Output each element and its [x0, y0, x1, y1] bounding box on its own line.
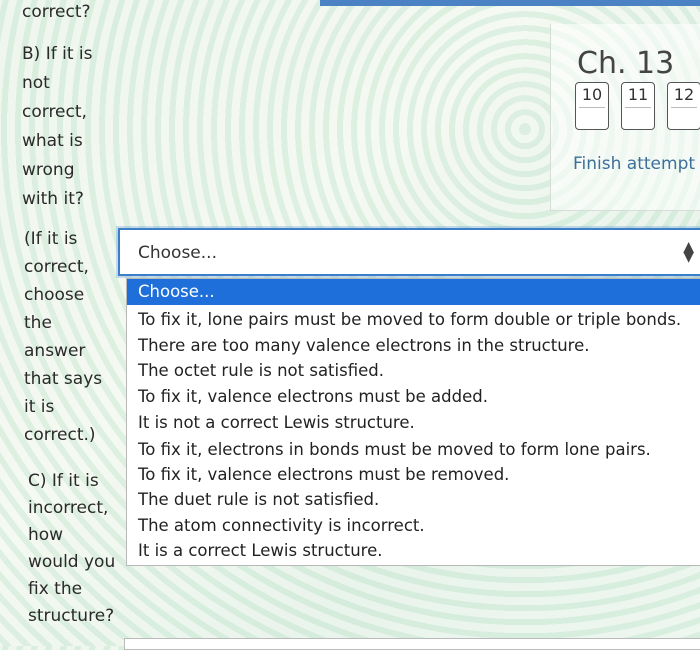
question-part-b: B) If it is not correct, what is wrong w…: [22, 40, 92, 214]
quiz-navigation-panel: Ch. 13 10 11 12 Finish attempt ...: [550, 24, 700, 211]
question-nav-button-12[interactable]: 12: [667, 82, 700, 130]
hint-line: it is: [24, 397, 55, 417]
question-line: not: [22, 73, 50, 93]
question-line: structure?: [28, 606, 115, 626]
option-add-electrons[interactable]: To fix it, valence electrons must be add…: [138, 387, 488, 406]
option-octet-not-satisfied[interactable]: The octet rule is not satisfied.: [138, 361, 384, 380]
updown-arrows-icon: ▲ ▼: [683, 239, 694, 265]
answer-select[interactable]: Choose... ▲ ▼: [118, 228, 700, 276]
hint-line: correct.): [24, 425, 96, 445]
question-line: how: [28, 525, 64, 545]
question-line: fix the: [28, 579, 83, 599]
option-bonds-to-lone-pairs[interactable]: To fix it, electrons in bonds must be mo…: [138, 440, 651, 459]
finish-attempt-link[interactable]: Finish attempt ...: [573, 154, 700, 174]
option-not-correct-structure[interactable]: It is not a correct Lewis structure.: [138, 413, 415, 432]
question-hint: (If it is correct, choose the answer tha…: [24, 225, 102, 449]
hint-line: choose: [24, 285, 85, 305]
question-nav-button-10[interactable]: 10: [575, 82, 609, 130]
option-correct-structure[interactable]: It is a correct Lewis structure.: [138, 541, 382, 560]
question-line: B) If it is: [22, 44, 93, 64]
option-lone-pairs-to-bonds[interactable]: To fix it, lone pairs must be moved to f…: [138, 310, 681, 329]
question-line: what is: [22, 131, 83, 151]
question-line: would you: [28, 552, 116, 572]
option-choose[interactable]: Choose...: [127, 279, 700, 305]
question-nav-button-11[interactable]: 11: [621, 82, 655, 130]
question-line: with it?: [22, 189, 84, 209]
part-c-answer-box[interactable]: [124, 638, 700, 650]
answer-dropdown-list: Choose... To fix it, lone pairs must be …: [126, 278, 700, 566]
option-duet-not-satisfied[interactable]: The duet rule is not satisfied.: [138, 490, 379, 509]
chapter-title: Ch. 13: [577, 46, 675, 81]
hint-line: that says: [24, 369, 103, 389]
question-part-c: C) If it is incorrect, how would you fix…: [28, 468, 115, 630]
option-remove-electrons[interactable]: To fix it, valence electrons must be rem…: [138, 465, 509, 484]
top-accent-bar: [320, 0, 700, 6]
option-too-many-electrons[interactable]: There are too many valence electrons in …: [138, 336, 590, 355]
hint-line: the: [24, 313, 52, 333]
question-line: wrong: [22, 160, 75, 180]
question-line: incorrect,: [28, 498, 109, 518]
hint-line: correct,: [24, 257, 89, 277]
question-line: correct,: [22, 102, 87, 122]
option-connectivity-incorrect[interactable]: The atom connectivity is incorrect.: [138, 516, 425, 535]
hint-line: answer: [24, 341, 86, 361]
select-current-value: Choose...: [138, 243, 217, 263]
question-line: C) If it is: [28, 471, 99, 491]
hint-line: (If it is: [24, 229, 78, 249]
question-fragment: correct?: [22, 2, 91, 22]
